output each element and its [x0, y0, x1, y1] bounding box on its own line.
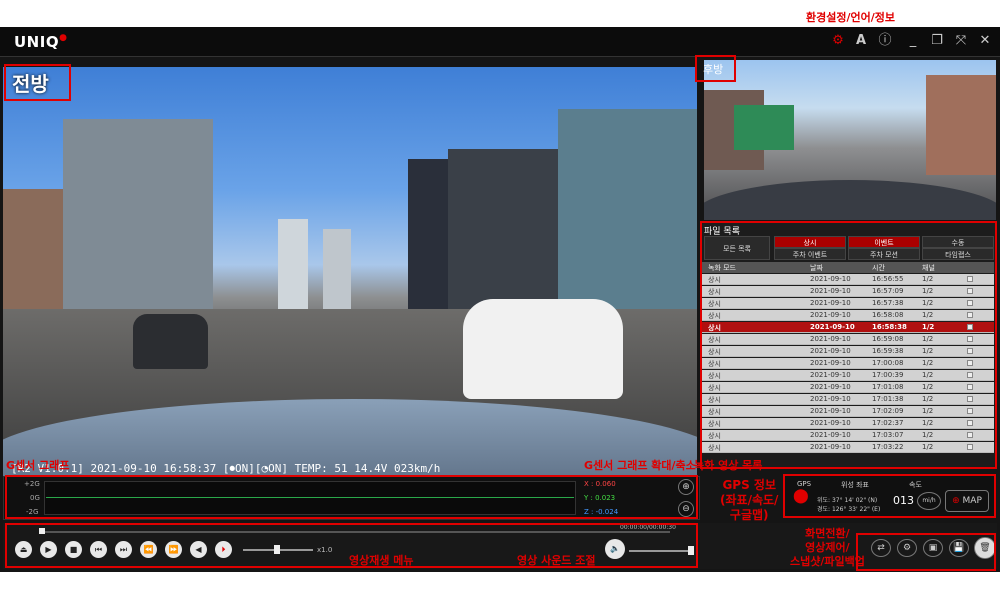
gsensor-box	[5, 475, 698, 519]
building	[63, 119, 213, 309]
settings-gear-icon[interactable]: ⚙	[830, 33, 846, 49]
building	[3, 189, 63, 309]
annotation-playback: 영상재생 메뉴	[349, 554, 414, 567]
white-car	[463, 299, 623, 399]
building	[926, 75, 996, 175]
video-osd-overlay: [R2 V1.0.1] 2021-09-10 16:58:37 [⏺ON][◔O…	[11, 462, 441, 475]
building	[558, 109, 697, 309]
annotation-settings: 환경설정/언어/정보	[806, 11, 895, 24]
bus	[734, 105, 794, 150]
screen-control-box	[856, 533, 996, 571]
front-camera-view[interactable]: [R2 V1.0.1] 2021-09-10 16:58:37 [⏺ON][◔O…	[3, 67, 697, 479]
fullscreen-icon[interactable]: ⤧	[953, 33, 969, 49]
annotation-rear: 후방	[703, 63, 724, 76]
minimize-icon[interactable]: _	[905, 33, 921, 49]
building	[408, 159, 448, 309]
restore-icon[interactable]: ❐	[929, 33, 945, 49]
dark-car	[133, 314, 208, 369]
annotation-front: 전방	[12, 72, 49, 96]
annotation-sound: 영상 사운드 조절	[517, 554, 596, 567]
rear-camera-view[interactable]	[704, 60, 996, 220]
building	[278, 219, 308, 309]
annotation-screen: 화면전환/ 영상제어/ 스냅샷/파일백업	[790, 527, 865, 568]
close-icon[interactable]: ✕	[977, 33, 993, 49]
annotation-gsensor-zoom: G센서 그래프 확대/축소	[584, 459, 696, 472]
annotation-gsensor: G센서 그래프	[6, 459, 70, 472]
language-icon[interactable]: A	[853, 33, 869, 49]
title-bar: UNIQ● ⚙ A ⓘ _ ❐ ⤧ ✕	[0, 27, 1000, 57]
building	[448, 149, 558, 309]
gps-box	[783, 474, 996, 518]
annotation-gps: GPS 정보 (좌표/속도/ 구글맵)	[720, 478, 779, 522]
app-logo: UNIQ●	[14, 33, 68, 51]
building	[323, 229, 351, 309]
annotation-record-list: 녹화 영상 목록	[694, 459, 763, 472]
car-rear-hood	[704, 180, 996, 220]
file-list-box	[700, 221, 997, 469]
info-icon[interactable]: ⓘ	[877, 33, 893, 49]
